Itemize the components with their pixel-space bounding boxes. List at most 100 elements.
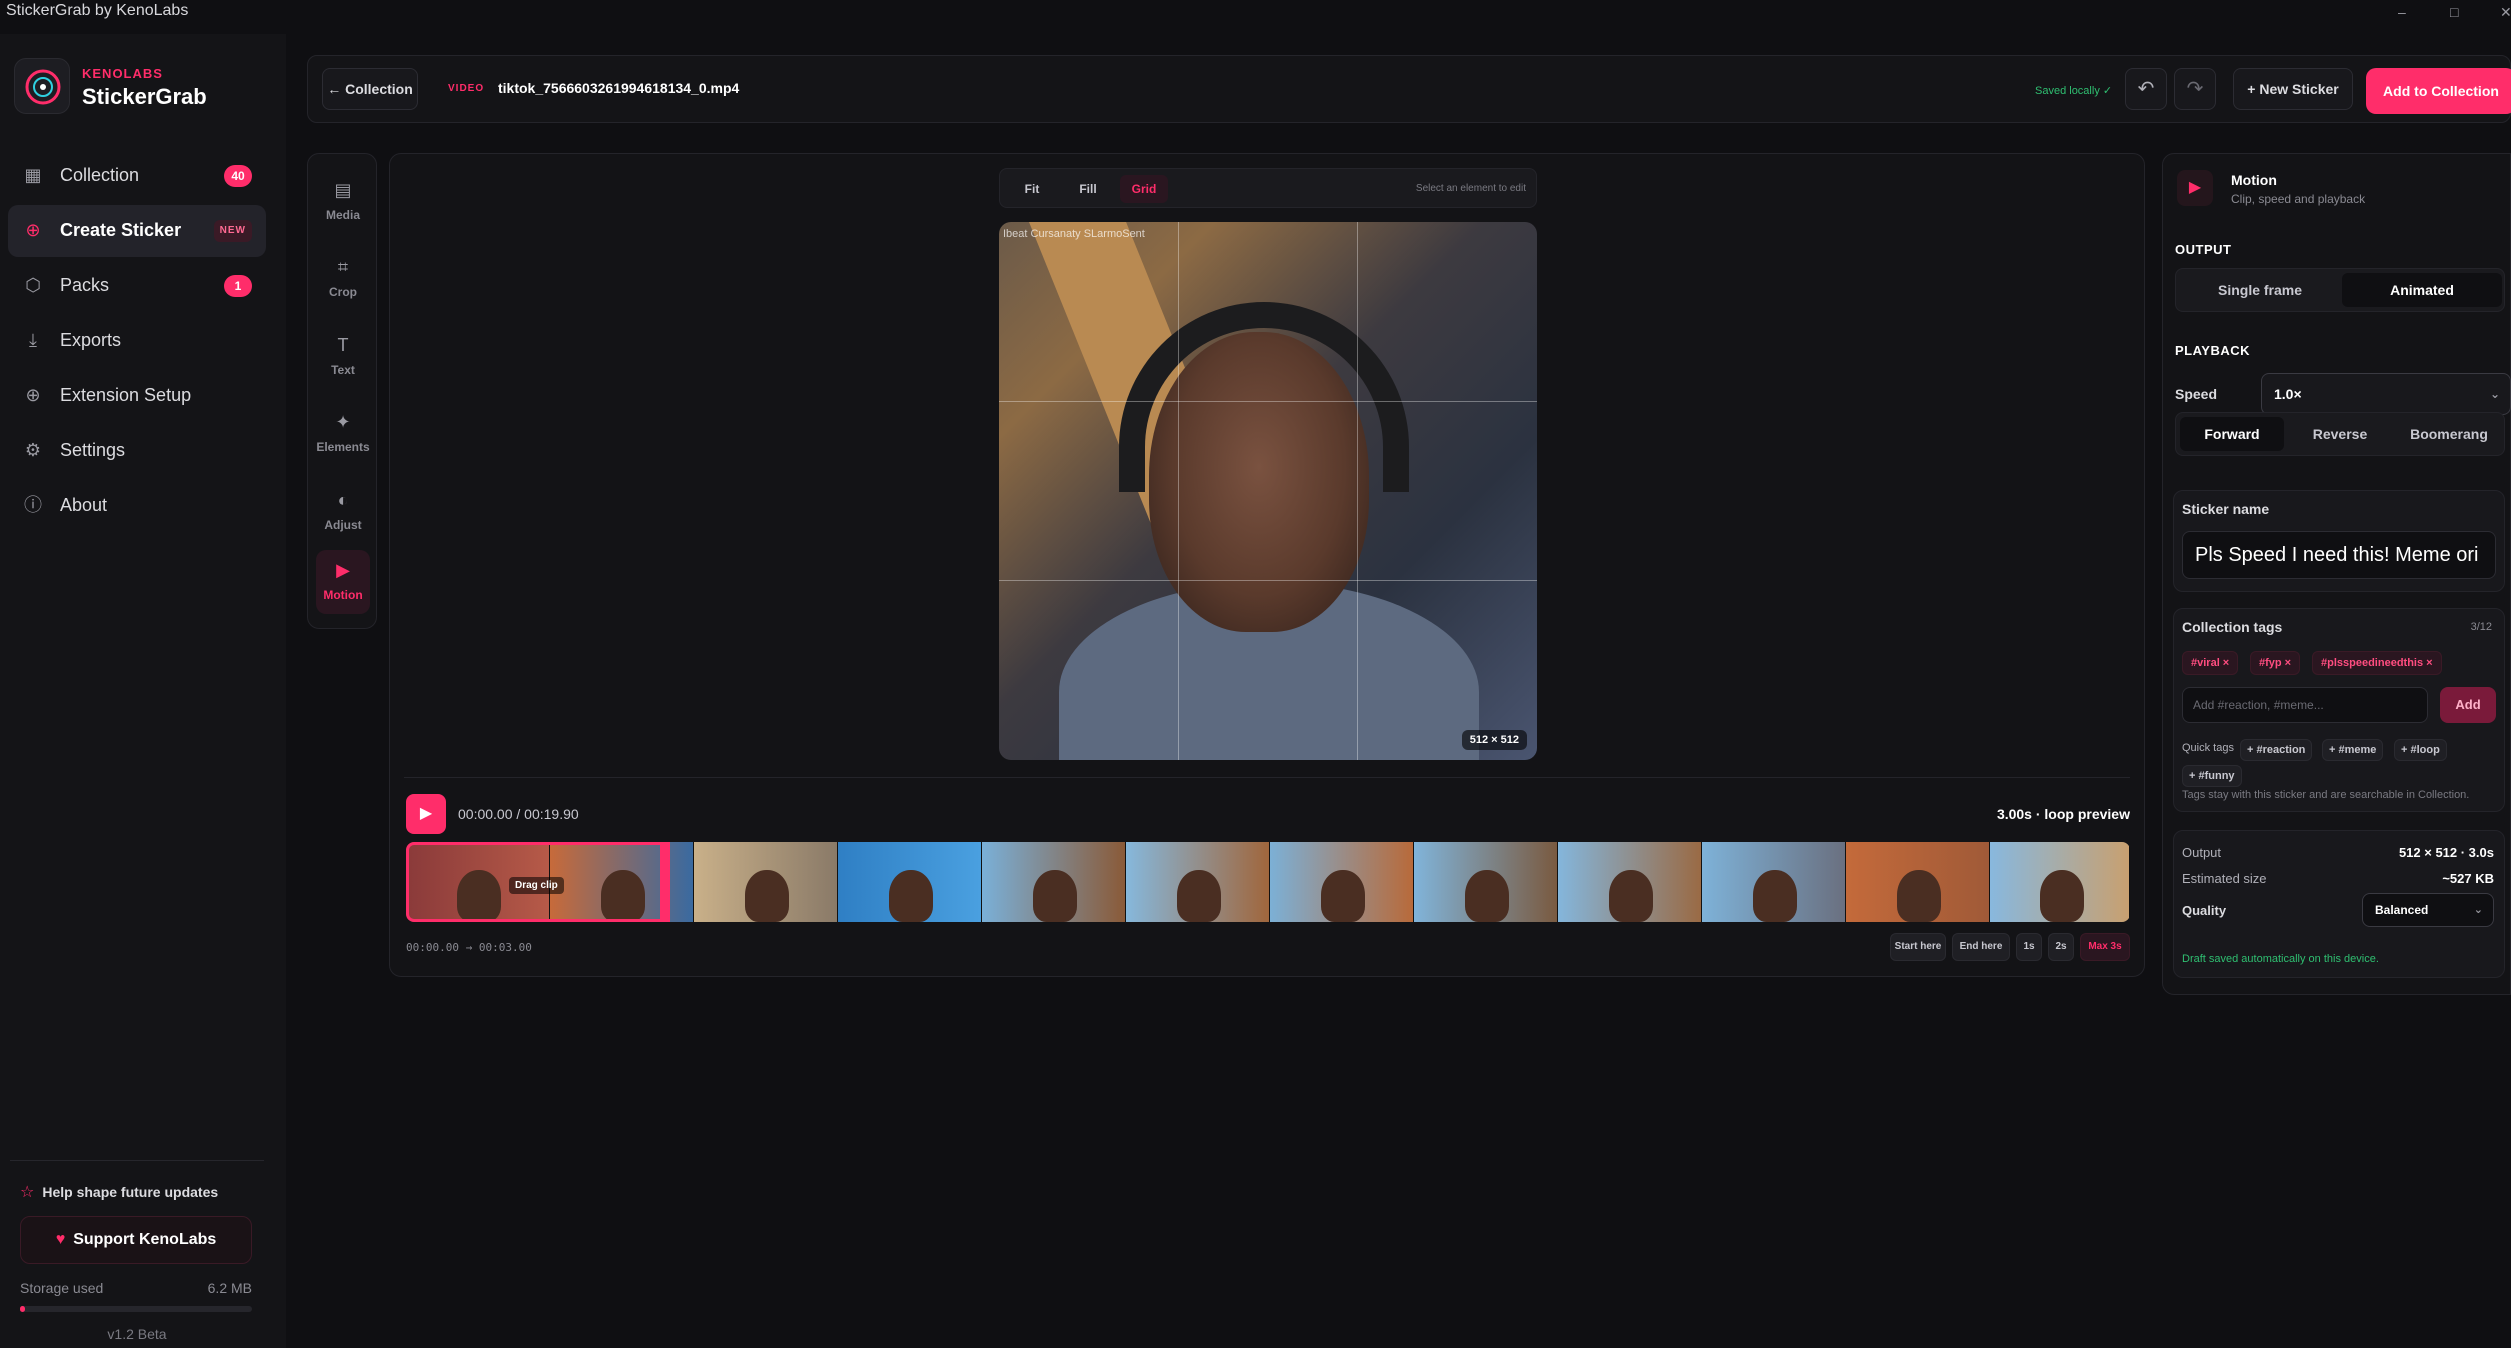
direction-boomerang[interactable]: Boomerang (2396, 417, 2502, 451)
quality-value: Balanced (2375, 903, 2429, 917)
estimated-size-value: ~527 KB (2442, 871, 2494, 886)
timeline-strip[interactable]: Drag clip (406, 842, 2130, 922)
close-button[interactable]: ✕ (2500, 4, 2511, 21)
speed-value: 1.0× (2274, 386, 2302, 402)
undo-icon: ↶ (2137, 78, 2155, 100)
tool-media[interactable]: ▤ Media (316, 170, 370, 234)
version-label: v1.2 Beta (107, 1326, 167, 1342)
new-sticker-button[interactable]: + New Sticker (2233, 68, 2353, 110)
fit-option-fit[interactable]: Fit (1008, 175, 1056, 203)
back-to-collection-button[interactable]: ← Collection (322, 68, 418, 110)
fit-option-grid[interactable]: Grid (1120, 175, 1168, 203)
timeline-frame (1558, 842, 1702, 922)
tag-chip[interactable]: #plsspeedineedthis × (2312, 651, 2442, 675)
tool-motion[interactable]: ▶ Motion (316, 550, 370, 614)
speed-select[interactable]: 1.0× ⌄ (2261, 373, 2511, 415)
sticker-name-input[interactable]: Pls Speed I need this! Meme ori (2182, 531, 2496, 579)
grid-icon: ▦ (24, 165, 42, 185)
sidebar-item-packs[interactable]: ⬡ Packs 1 (8, 260, 266, 312)
tool-adjust[interactable]: ◐ Adjust (316, 480, 370, 544)
fit-mode-bar: Fit Fill Grid Select an element to edit (999, 168, 1537, 208)
panel-subtitle: Clip, speed and playback (2231, 192, 2366, 206)
sidebar-item-about[interactable]: ⓘ About (8, 480, 266, 532)
direction-reverse[interactable]: Reverse (2288, 417, 2392, 451)
media-icon: ▤ (334, 180, 352, 200)
timeline-frame (1990, 842, 2130, 922)
frame-thumbnail (1321, 870, 1366, 922)
tag-count: 3/12 (2470, 621, 2492, 633)
duration-max-button[interactable]: Max 3s (2080, 933, 2130, 961)
maximize-button[interactable]: □ (2450, 4, 2458, 20)
file-name: tiktok_7566603261994618134_0.mp4 (498, 80, 740, 96)
start-here-button[interactable]: Start here (1890, 933, 1946, 961)
storage-value: 6.2 MB (207, 1280, 252, 1296)
editor-divider (404, 777, 2130, 778)
minimize-button[interactable]: – (2398, 4, 2406, 20)
redo-button[interactable]: ↷ (2174, 68, 2216, 110)
box-icon: ⬡ (25, 275, 41, 295)
quality-select[interactable]: Balanced ⌄ (2362, 893, 2494, 927)
tool-text[interactable]: T Text (316, 325, 370, 389)
output-single-frame[interactable]: Single frame (2180, 273, 2340, 307)
tag-chip[interactable]: #viral × (2182, 651, 2239, 675)
play-button[interactable]: ▶ (406, 794, 446, 834)
sidebar-item-settings[interactable]: ⚙ Settings (8, 425, 266, 477)
duration-1s-button[interactable]: 1s (2016, 933, 2042, 961)
quick-tag-funny[interactable]: + #funny (2182, 765, 2242, 787)
sidebar-item-exports[interactable]: ⤓ Exports (8, 315, 266, 367)
quality-label: Quality (2182, 903, 2227, 918)
sidebar-item-label: Extension Setup (60, 385, 192, 405)
download-icon: ⤓ (29, 330, 37, 350)
support-button[interactable]: ♥ Support KenoLabs (20, 1216, 252, 1264)
sidebar: KENOLABS StickerGrab ▦ Collection 40 ⊕ C… (0, 34, 286, 1348)
quick-tag-reaction[interactable]: + #reaction (2240, 739, 2313, 761)
sidebar-item-collection[interactable]: ▦ Collection 40 (8, 150, 266, 202)
logo-icon (25, 69, 61, 105)
brand-app-name: StickerGrab (82, 84, 207, 109)
quick-tag-loop[interactable]: + #loop (2394, 739, 2447, 761)
add-to-collection-button[interactable]: Add to Collection (2366, 68, 2511, 114)
chevron-down-icon: ⌄ (2473, 904, 2483, 916)
tool-label: Elements (316, 440, 370, 454)
motion-icon: ▶ (2177, 170, 2213, 206)
end-here-button[interactable]: End here (1952, 933, 2010, 961)
frame-thumbnail (1897, 870, 1942, 922)
timeline-frame (1414, 842, 1558, 922)
output-animated[interactable]: Animated (2342, 273, 2502, 307)
title-bar: StickerGrab by KenoLabs – □ ✕ (0, 0, 2511, 34)
sticker-name-label: Sticker name (2182, 501, 2270, 517)
tags-hint: Tags stay with this sticker and are sear… (2182, 789, 2470, 801)
sidebar-item-extension-setup[interactable]: ⊕ Extension Setup (8, 370, 266, 422)
tool-label: Motion (323, 588, 363, 602)
frame-thumbnail (745, 870, 790, 922)
frame-thumbnail (1609, 870, 1654, 922)
tool-crop[interactable]: ⌗ Crop (316, 247, 370, 311)
help-link[interactable]: ☆ Help shape future updates (20, 1182, 218, 1202)
info-icon: ⓘ (24, 495, 42, 515)
clip-end-handle[interactable] (660, 842, 670, 922)
add-tag-button[interactable]: Add (2440, 687, 2496, 723)
tag-chip[interactable]: #fyp × (2250, 651, 2301, 675)
undo-button[interactable]: ↶ (2125, 68, 2167, 110)
clip-range: 00:00.00 → 00:03.00 (406, 941, 532, 954)
chevron-down-icon: ⌄ (2489, 387, 2500, 401)
output-summary-card: Output 512 × 512 · 3.0s Estimated size ~… (2173, 830, 2505, 978)
sticker-canvas[interactable]: Ibeat Cursanaty SLarmoSent 512 × 512 (999, 222, 1537, 760)
editor-workspace: Fit Fill Grid Select an element to edit … (389, 153, 2145, 977)
video-tag: VIDEO (448, 83, 485, 94)
quick-tag-meme[interactable]: + #meme (2322, 739, 2384, 761)
play-icon: ▶ (419, 805, 433, 822)
direction-forward[interactable]: Forward (2180, 417, 2284, 451)
sidebar-item-create-sticker[interactable]: ⊕ Create Sticker NEW (8, 205, 266, 257)
sidebar-divider (10, 1160, 264, 1161)
clip-selection[interactable]: Drag clip (406, 842, 670, 922)
sidebar-item-label: Packs (60, 275, 110, 295)
loop-info: 3.00s · loop preview (1996, 806, 2130, 822)
frame-thumbnail (2040, 870, 2085, 922)
grid-line (999, 580, 1537, 581)
storage-bar (20, 1306, 252, 1312)
duration-2s-button[interactable]: 2s (2048, 933, 2074, 961)
tool-elements[interactable]: ✦ Elements (316, 402, 370, 466)
fit-option-fill[interactable]: Fill (1064, 175, 1112, 203)
tag-input[interactable] (2182, 687, 2428, 723)
